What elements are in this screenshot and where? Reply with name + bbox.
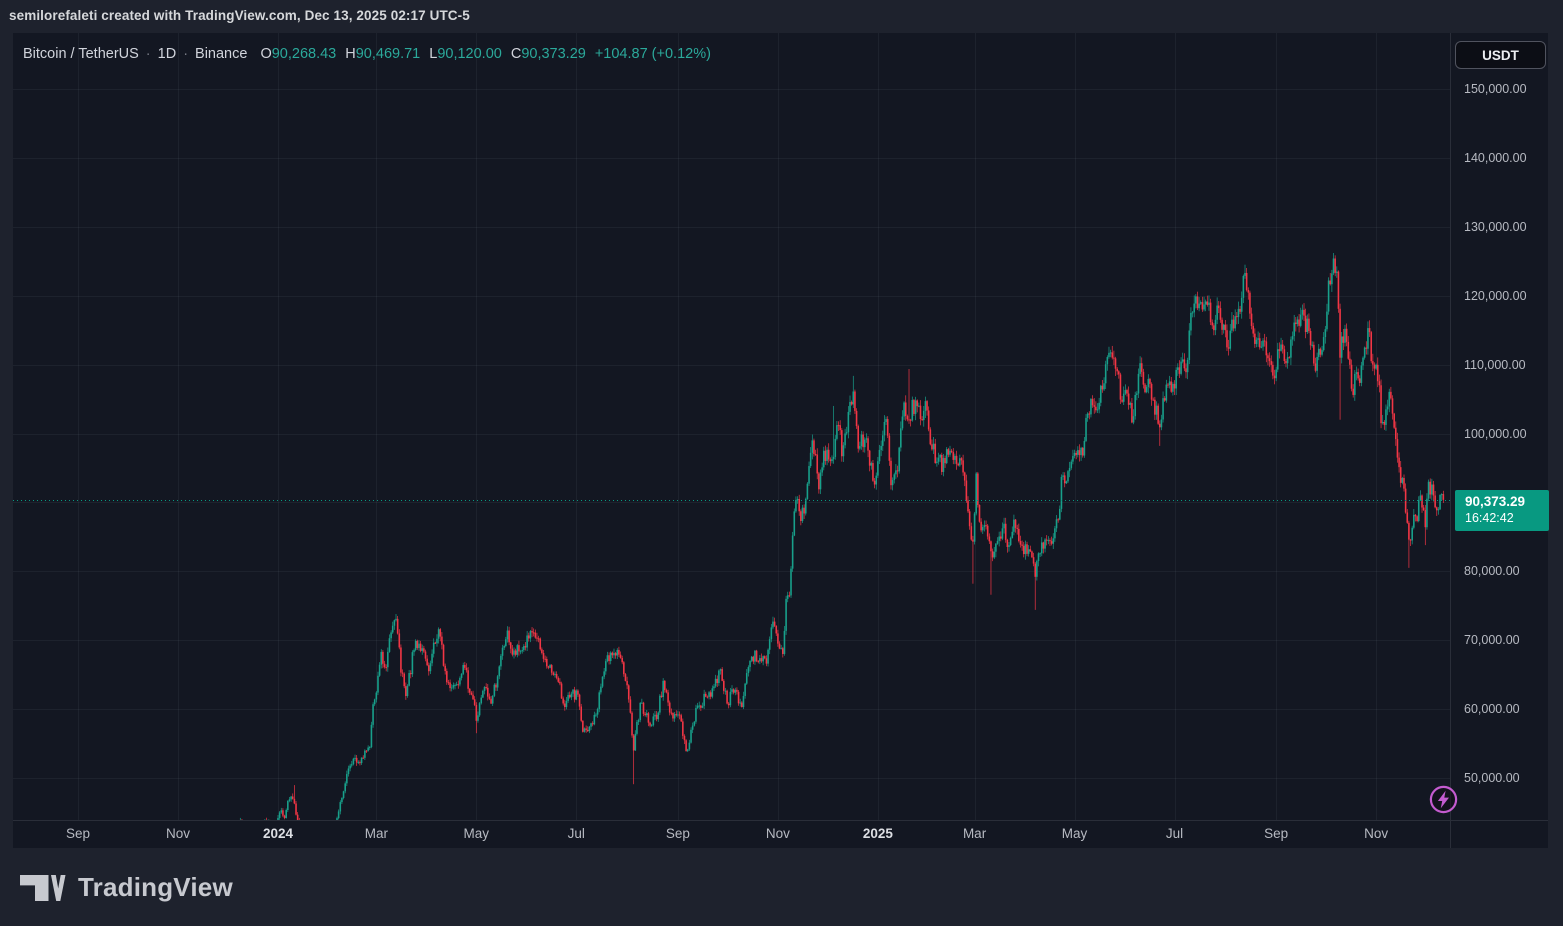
time-axis-year-label: 2025 [863,826,893,841]
interval-label[interactable]: 1D [158,46,177,62]
high-value: H90,469.71 [345,46,420,62]
tradingview-snapshot: semilorefaleti created with TradingView.… [0,0,1563,926]
tradingview-logo-text: TradingView [78,872,233,903]
tradingview-logo[interactable]: TradingView [20,872,233,903]
price-axis-label: 150,000.00 [1464,82,1527,96]
time-axis-month-label: Jul [1166,826,1183,841]
price-axis-label: 80,000.00 [1464,564,1520,578]
symbol-title[interactable]: Bitcoin / TetherUS [23,46,139,62]
last-price-value: 90,373.29 [1465,493,1549,510]
price-axis-label: 70,000.00 [1464,633,1520,647]
price-axis-label: 120,000.00 [1464,289,1527,303]
price-axis-label: 130,000.00 [1464,220,1527,234]
time-axis-month-label: May [464,826,490,841]
time-axis-month-label: Nov [1364,826,1388,841]
exchange-label: Binance [195,46,247,62]
last-price-badge: 90,373.29 16:42:42 [1455,490,1549,531]
time-axis-month-label: Sep [66,826,90,841]
time-axis[interactable]: Sep Nov 2024 Mar May Jul Sep Nov 2025 Mar May Jul Se… [13,820,1450,848]
attribution-text: semilorefaleti created with TradingView.… [9,8,470,23]
price-axis-label: 110,000.00 [1464,358,1526,372]
bar-countdown: 16:42:42 [1465,510,1549,527]
price-axis-label: 140,000.00 [1464,151,1527,165]
symbol-header[interactable]: Bitcoin / TetherUS · 1D · Binance O90,26… [23,46,711,62]
open-value: O90,268.43 [260,46,336,62]
price-axis-label: 60,000.00 [1464,702,1520,716]
lightning-button[interactable] [1428,784,1459,815]
time-axis-month-label: May [1062,826,1088,841]
candlestick-chart[interactable] [13,33,1450,820]
low-value: L90,120.00 [429,46,502,62]
price-axis-label: 100,000.00 [1464,427,1527,441]
time-axis-month-label: Mar [963,826,986,841]
time-axis-month-label: Jul [568,826,585,841]
ohlc-values: O90,268.43 H90,469.71 L90,120.00 C90,373… [260,46,585,62]
time-axis-month-label: Mar [365,826,388,841]
price-scale[interactable]: 50,000.0060,000.0070,000.0080,000.0090,0… [1451,33,1548,820]
time-axis-month-label: Sep [1264,826,1288,841]
time-axis-year-label: 2024 [263,826,293,841]
time-axis-month-label: Sep [666,826,690,841]
attribution-bar: semilorefaleti created with TradingView.… [9,0,470,30]
change-value: +104.87 (+0.12%) [595,46,711,62]
close-value: C90,373.29 [511,46,586,62]
time-axis-month-label: Nov [166,826,190,841]
lightning-icon [1428,784,1459,815]
tradingview-logo-icon [20,875,67,901]
separator-dot: · [183,46,188,62]
time-axis-month-label: Nov [766,826,790,841]
separator-dot: · [146,46,151,62]
price-axis-label: 50,000.00 [1464,771,1520,785]
